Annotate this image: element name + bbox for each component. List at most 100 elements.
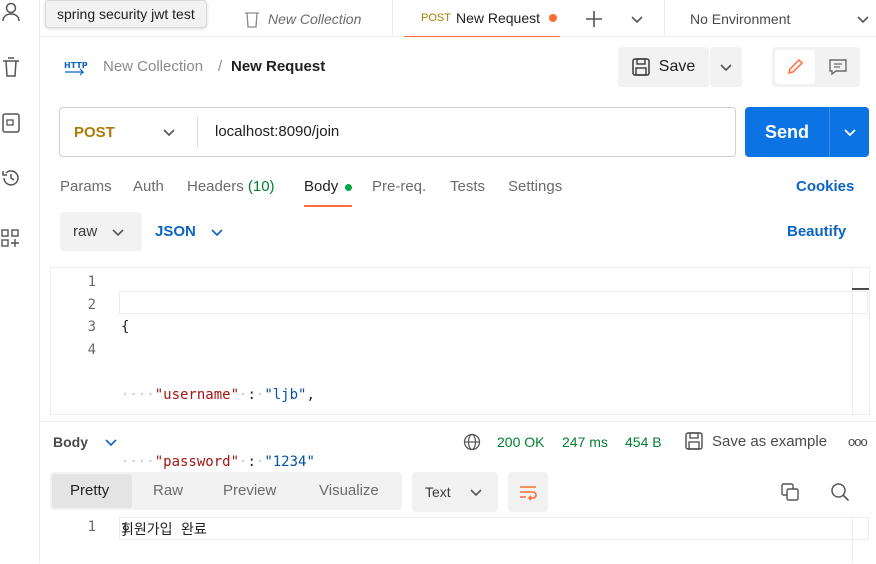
left-sidebar: [0, 0, 40, 563]
response-divider: [40, 421, 876, 422]
edit-mode-button[interactable]: [775, 50, 815, 84]
method-select[interactable]: POST: [74, 107, 194, 157]
chevron-down-icon: [104, 437, 118, 447]
tab-preview[interactable]: Preview: [223, 472, 276, 510]
environment-select[interactable]: No Environment: [690, 0, 870, 37]
editor-scrollbar[interactable]: [852, 288, 869, 290]
tab-method: POST: [421, 12, 451, 24]
status-badge[interactable]: 200 OK: [497, 434, 544, 450]
tab-label: New Request: [455, 10, 540, 26]
tab-pretty[interactable]: Pretty: [70, 472, 109, 510]
search-icon[interactable]: [830, 482, 850, 507]
chevron-down-icon: [162, 127, 176, 137]
response-body-select[interactable]: Body: [53, 434, 118, 450]
tab-settings[interactable]: Settings: [508, 178, 562, 195]
page-title[interactable]: New Request: [231, 58, 325, 75]
tab-divider: [664, 0, 665, 37]
tab-label: New Collection: [268, 10, 362, 27]
tab-body[interactable]: Body: [304, 178, 353, 207]
json-comma: ,: [306, 386, 315, 403]
json-key: "password": [154, 454, 240, 470]
tab-body-label: Body: [304, 178, 339, 195]
api-icon[interactable]: [0, 112, 22, 134]
body-mode-label: raw: [73, 223, 98, 240]
tab-divider: [392, 0, 393, 37]
send-button-group: Send: [745, 107, 869, 157]
response-time[interactable]: 247 ms: [562, 434, 608, 450]
line-number: 1: [87, 274, 96, 290]
response-format-select[interactable]: Text: [412, 472, 498, 512]
tooltip: spring security jwt test: [45, 0, 207, 28]
beautify-link[interactable]: Beautify: [787, 223, 846, 240]
response-active-line: [119, 517, 869, 540]
history-icon[interactable]: [0, 167, 22, 189]
body-format-select[interactable]: JSON: [155, 223, 224, 240]
new-tab-button[interactable]: [585, 0, 609, 37]
save-as-example-label: Save as example: [712, 432, 828, 450]
globe-icon[interactable]: [463, 433, 481, 456]
trash-icon[interactable]: [0, 56, 22, 78]
tab-params[interactable]: Params: [60, 178, 112, 195]
save-icon: [632, 58, 650, 76]
tab-visualize[interactable]: Visualize: [319, 472, 379, 510]
send-options-button[interactable]: [830, 107, 869, 157]
response-size[interactable]: 454 B: [625, 434, 662, 450]
send-button[interactable]: Send: [745, 107, 829, 157]
tab-auth[interactable]: Auth: [133, 178, 164, 195]
wrap-lines-button[interactable]: [508, 472, 548, 512]
http-badge-text: HTTP: [64, 61, 88, 70]
response-format-label: Text: [425, 484, 451, 500]
response-content[interactable]: 회원가입 완료: [121, 519, 207, 539]
brace-open: {: [121, 319, 130, 335]
environment-label: No Environment: [690, 10, 791, 27]
code-line: {: [121, 316, 315, 339]
line-number: 1: [87, 519, 96, 535]
save-as-example-button[interactable]: Save as example: [685, 432, 827, 450]
copy-icon[interactable]: [780, 482, 800, 507]
cookies-link[interactable]: Cookies: [796, 178, 854, 195]
plus-icon: [585, 10, 603, 28]
response-scroll-divider: [852, 517, 853, 563]
save-label: Save: [658, 58, 696, 75]
url-input[interactable]: localhost:8090/join: [215, 123, 339, 140]
chevron-down-icon: [856, 14, 870, 24]
save-icon: [685, 432, 703, 450]
json-colon: :: [247, 386, 256, 403]
chevron-down-icon: [719, 62, 733, 72]
unsaved-dot: [549, 14, 557, 22]
method-label: POST: [74, 123, 115, 141]
tab-new-collection[interactable]: New Collection: [244, 0, 361, 37]
tab-headers[interactable]: Headers (10): [187, 178, 275, 195]
line-number: 2: [87, 296, 96, 313]
line-number: 3: [87, 319, 96, 335]
response-label: Body: [53, 434, 88, 450]
http-icon: HTTP: [63, 58, 89, 78]
breadcrumb-separator: /: [218, 58, 223, 75]
tab-headers-label: Headers: [187, 178, 244, 195]
user-icon[interactable]: [0, 1, 22, 23]
url-divider: [197, 117, 198, 147]
tabs-dropdown-button[interactable]: [630, 0, 648, 37]
comment-icon: [828, 58, 848, 76]
comments-button[interactable]: [818, 50, 858, 84]
tab-raw[interactable]: Raw: [153, 472, 183, 510]
json-value: "ljb": [264, 386, 307, 403]
tab-new-request[interactable]: POST New Request: [404, 0, 560, 37]
chevron-down-icon: [630, 14, 644, 24]
chevron-down-icon: [469, 487, 483, 497]
chevron-down-icon: [111, 227, 125, 237]
tab-prereq[interactable]: Pre-req.: [372, 178, 426, 195]
more-options-icon[interactable]: ooo: [848, 434, 868, 449]
save-button[interactable]: Save: [618, 47, 709, 87]
line-number: 4: [87, 341, 96, 358]
tab-tests[interactable]: Tests: [450, 178, 485, 195]
breadcrumb-collection[interactable]: New Collection: [103, 58, 203, 75]
chevron-down-icon: [843, 127, 857, 137]
body-mode-select[interactable]: raw: [60, 212, 142, 251]
save-options-button[interactable]: [710, 47, 742, 87]
body-indicator-dot: [345, 183, 353, 191]
apps-icon[interactable]: [0, 227, 22, 249]
collection-icon: [244, 10, 260, 28]
chevron-down-icon: [210, 227, 224, 237]
json-colon: :: [247, 454, 256, 470]
